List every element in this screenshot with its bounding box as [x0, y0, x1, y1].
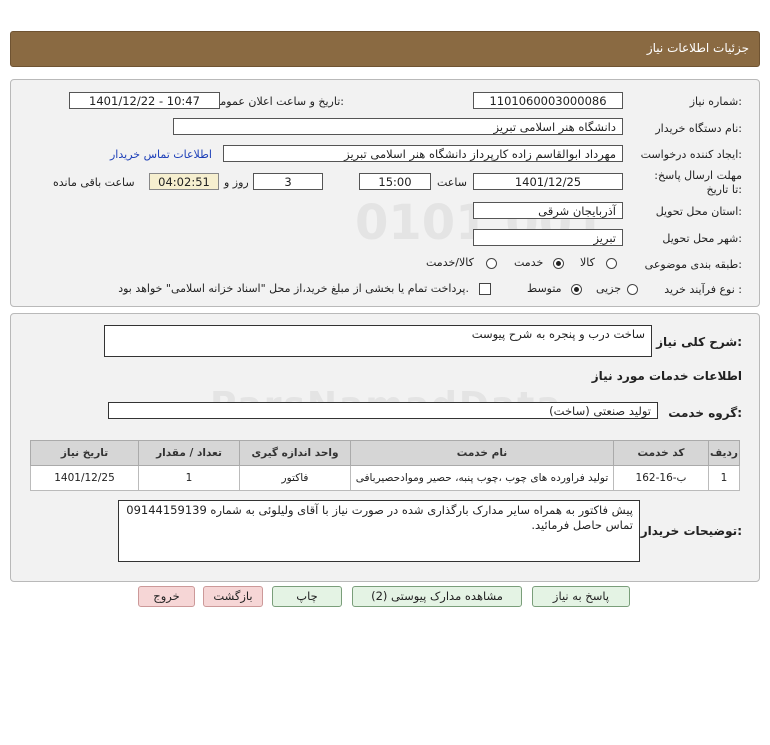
- category-radio-goods[interactable]: [606, 258, 617, 269]
- cell-code: ب-16-162: [613, 465, 709, 491]
- page-header: جزئیات اطلاعات نیاز: [10, 31, 760, 67]
- category-option-goods-service: کالا/خدمت: [426, 256, 474, 269]
- cell-unit: فاکتور: [239, 465, 351, 491]
- remaining-time-label: ساعت باقی مانده: [53, 176, 135, 189]
- services-table: ردیف کد خدمت نام خدمت واحد اندازه گیری ت…: [30, 440, 740, 491]
- need-number-field: 1101060003000086: [473, 92, 623, 109]
- service-group-label: گروه خدمت:: [668, 406, 742, 420]
- page-title: جزئیات اطلاعات نیاز: [646, 41, 749, 55]
- days-remaining-field: 3: [253, 173, 323, 190]
- view-attachments-button[interactable]: مشاهده مدارک پیوستی (2): [352, 586, 522, 607]
- buyer-org-field: دانشگاه هنر اسلامی تبریز: [173, 118, 623, 135]
- service-group-field: تولید صنعتی (ساخت): [108, 402, 658, 419]
- requester-label: ایجاد کننده درخواست:: [640, 148, 742, 161]
- col-unit-header: واحد اندازه گیری: [239, 440, 351, 466]
- buyer-notes-label: توضیحات خریدار:: [640, 524, 742, 538]
- col-row-header: ردیف: [708, 440, 740, 466]
- days-label: روز و: [224, 176, 249, 189]
- back-button[interactable]: بازگشت: [203, 586, 263, 607]
- cell-qty: 1: [138, 465, 240, 491]
- cell-name: تولید فراورده های چوب ،چوب پنبه، حصیر وم…: [350, 465, 614, 491]
- treasury-payment-text: پرداخت تمام یا بخشی از مبلغ خرید،از محل …: [118, 282, 469, 295]
- print-button[interactable]: چاپ: [272, 586, 342, 607]
- exit-button[interactable]: خروج: [138, 586, 195, 607]
- deadline-date-field: 1401/12/25: [473, 173, 623, 190]
- cell-row: 1: [708, 465, 740, 491]
- buyer-notes-field: پیش فاکتور به همراه سایر مدارک بارگذاری …: [118, 500, 640, 562]
- process-radio-minor[interactable]: [627, 284, 638, 295]
- buyer-org-label: نام دستگاه خریدار:: [655, 122, 742, 135]
- category-option-goods: کالا: [580, 256, 595, 269]
- deadline-time-label: ساعت: [437, 176, 467, 189]
- cell-date: 1401/12/25: [30, 465, 139, 491]
- announce-date-field: 1401/12/22 - 10:47: [69, 92, 220, 109]
- deadline-label: مهلت ارسال پاسخ: تا تاریخ:: [654, 169, 742, 196]
- category-option-service: خدمت: [514, 256, 544, 269]
- col-date-header: تاریخ نیاز: [30, 440, 139, 466]
- need-summary-label: شرح کلی نیاز:: [656, 335, 742, 349]
- col-code-header: کد خدمت: [613, 440, 709, 466]
- category-radio-goods-service[interactable]: [486, 258, 497, 269]
- requester-field: مهرداد ابوالقاسم زاده کارپرداز دانشگاه ه…: [223, 145, 623, 162]
- process-option-medium: متوسط: [527, 282, 562, 295]
- process-radio-medium[interactable]: [571, 284, 582, 295]
- treasury-payment-checkbox[interactable]: [479, 283, 491, 295]
- category-radio-service[interactable]: [553, 258, 564, 269]
- city-label: شهر محل تحویل:: [662, 232, 742, 245]
- table-row: 1 ب-16-162 تولید فراورده های چوب ،چوب پن…: [30, 465, 740, 491]
- col-name-header: نام خدمت: [350, 440, 614, 466]
- col-qty-header: تعداد / مقدار: [138, 440, 240, 466]
- table-header-row: ردیف کد خدمت نام خدمت واحد اندازه گیری ت…: [30, 440, 740, 466]
- province-field: آذربایجان شرقی: [473, 202, 623, 219]
- city-field: تبریز: [473, 229, 623, 246]
- services-section-title: اطلاعات خدمات مورد نیاز: [591, 369, 742, 383]
- reply-button[interactable]: پاسخ به نیاز: [532, 586, 630, 607]
- deadline-time-field: 15:00: [359, 173, 431, 190]
- process-type-label: نوع فرآیند خرید :: [664, 283, 742, 296]
- category-label: طبقه بندی موضوعی:: [644, 258, 742, 271]
- need-summary-field: ساخت درب و پنجره به شرح پیوست: [104, 325, 652, 357]
- buyer-contact-link[interactable]: اطلاعات تماس خریدار: [110, 148, 212, 161]
- process-option-minor: جزیی: [596, 282, 622, 295]
- need-number-label: شماره نیاز:: [689, 95, 742, 108]
- remaining-time-field: 04:02:51: [149, 173, 219, 190]
- province-label: استان محل تحویل:: [655, 205, 742, 218]
- announce-date-label: تاریخ و ساعت اعلان عمومی:: [211, 95, 344, 108]
